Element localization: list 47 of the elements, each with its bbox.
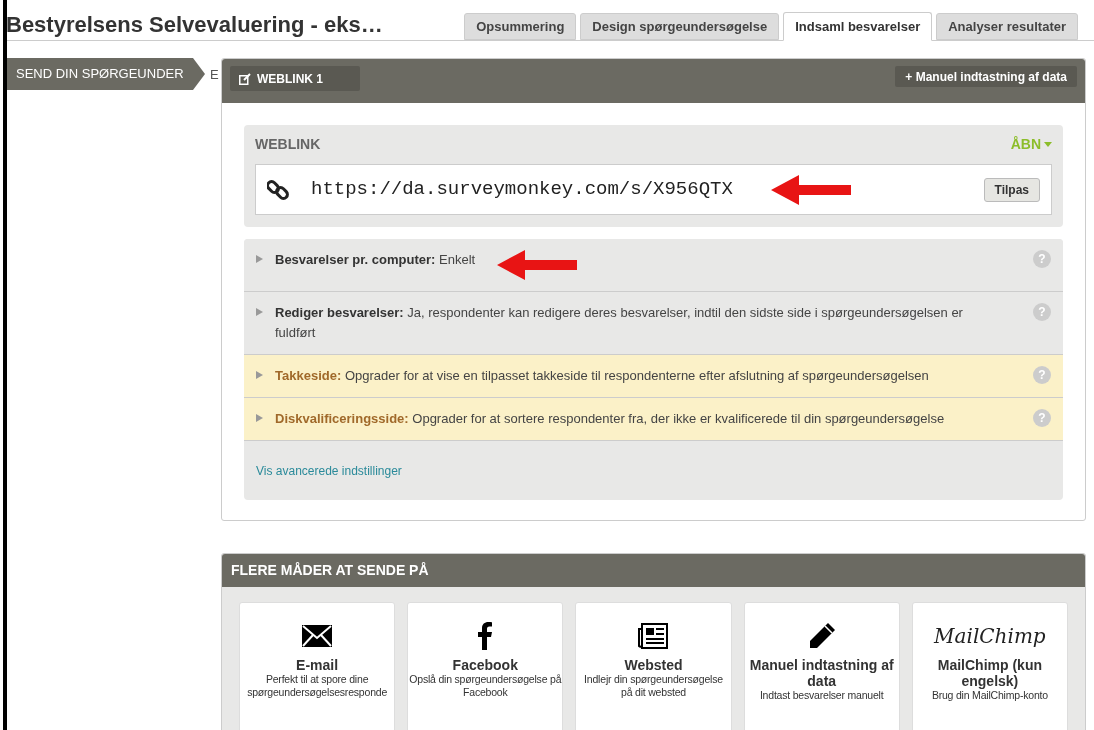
send-option-card[interactable]: Websted Indlejr din spørgeundersøgelse på dit websted [575, 602, 732, 730]
send-option-card[interactable]: Manuel indtastning af data Indtast besvarelser manuelt [743, 602, 900, 730]
setting-text: Besvarelser pr. computer: Enkelt [275, 251, 476, 269]
url-field[interactable]: https://da.surveymonkey.com/s/X956QTX Tilpas [255, 164, 1052, 215]
option-title: Manuel indtastning af data [748, 657, 895, 689]
newspaper-icon [638, 623, 669, 649]
tab[interactable]: Indsaml besvarelser [783, 12, 933, 41]
survey-url: https://da.surveymonkey.com/s/X956QTX [311, 177, 733, 203]
option-title: Websted [623, 657, 684, 673]
send-option-card[interactable]: E-mail Perfekt til at spore dine spørgeundersøgelsesresponde [239, 602, 396, 730]
mailchimp-logo: MailChimp [934, 623, 1046, 650]
option-description: Indtast besvarelser manuelt [758, 689, 885, 702]
weblink-tab[interactable]: WEBLINK 1 [230, 66, 360, 91]
option-title: E-mail [295, 657, 340, 673]
setting-text: Diskvalificeringsside: Opgrader for at sortere respondenter fra, der ikke er kvalificerede til din spørgeundersøgelse [275, 410, 945, 428]
weblink-heading: WEBLINK [255, 135, 321, 154]
section-heading: FLERE MÅDER AT SENDE PÅ [231, 561, 429, 580]
tab[interactable]: Design spørgeundersøgelse [580, 13, 780, 40]
link-icon [267, 178, 289, 201]
pencil-icon [807, 622, 836, 650]
tab[interactable]: Opsummering [464, 13, 577, 40]
option-title: MailChimp (kun engelsk) [936, 657, 1043, 689]
option-description: Brug din MailChimp-konto [930, 689, 1049, 702]
expand-triangle-icon [256, 371, 263, 379]
tab[interactable]: Analyser resultater [936, 13, 1078, 40]
expand-triangle-icon [256, 255, 263, 263]
step-tab[interactable]: SEND DIN SPØRGEUNDER [7, 58, 205, 90]
option-description: Opslå din spørgeundersøgelse på Facebook [408, 673, 563, 699]
setting-row[interactable]: Diskvalificeringsside: Opgrader for at sortere respondenter fra, der ikke er kvalificerede til din spørgeundersøgelse ? [244, 398, 1063, 441]
send-option-card[interactable]: MailChimp MailChimp (kun engelsk) Brug din MailChimp-konto [911, 602, 1068, 730]
setting-text: Takkeside: Opgrader for at vise en tilpasset takkeside til respondenterne efter afslutning af spørgeundersøgelsen [275, 367, 929, 385]
option-description: Indlejr din spørgeundersøgelse på dit websted [583, 673, 724, 699]
option-title: Facebook [451, 657, 519, 673]
setting-row[interactable]: Takkeside: Opgrader for at vise en tilpasset takkeside til respondenterne efter afslutning af spørgeundersøgelsen ? [244, 355, 1063, 398]
manual-entry-button[interactable]: + Manuel indtastning af data [895, 66, 1077, 87]
edit-icon [239, 72, 251, 85]
survey-title: Bestyrelsens Selvevaluering - eks… [6, 11, 383, 39]
send-option-card[interactable]: Facebook Opslå din spørgeundersøgelse på Facebook [407, 602, 564, 730]
expand-triangle-icon [256, 308, 263, 316]
expand-triangle-icon [256, 414, 263, 422]
clipped-text: E [210, 66, 219, 84]
option-description: Perfekt til at spore dine spørgeundersøgelsesresponde [246, 673, 389, 699]
envelope-icon [302, 625, 333, 647]
setting-row[interactable]: Besvarelser pr. computer: Enkelt ? [244, 239, 1063, 292]
setting-text: Rediger besvarelser: Ja, respondenter kan redigere deres besvarelser, indtil den sidste side i spørgeundersøgelsen er fuldført [275, 304, 964, 342]
customize-button[interactable]: Tilpas [983, 177, 1040, 202]
facebook-f-icon [477, 622, 494, 650]
